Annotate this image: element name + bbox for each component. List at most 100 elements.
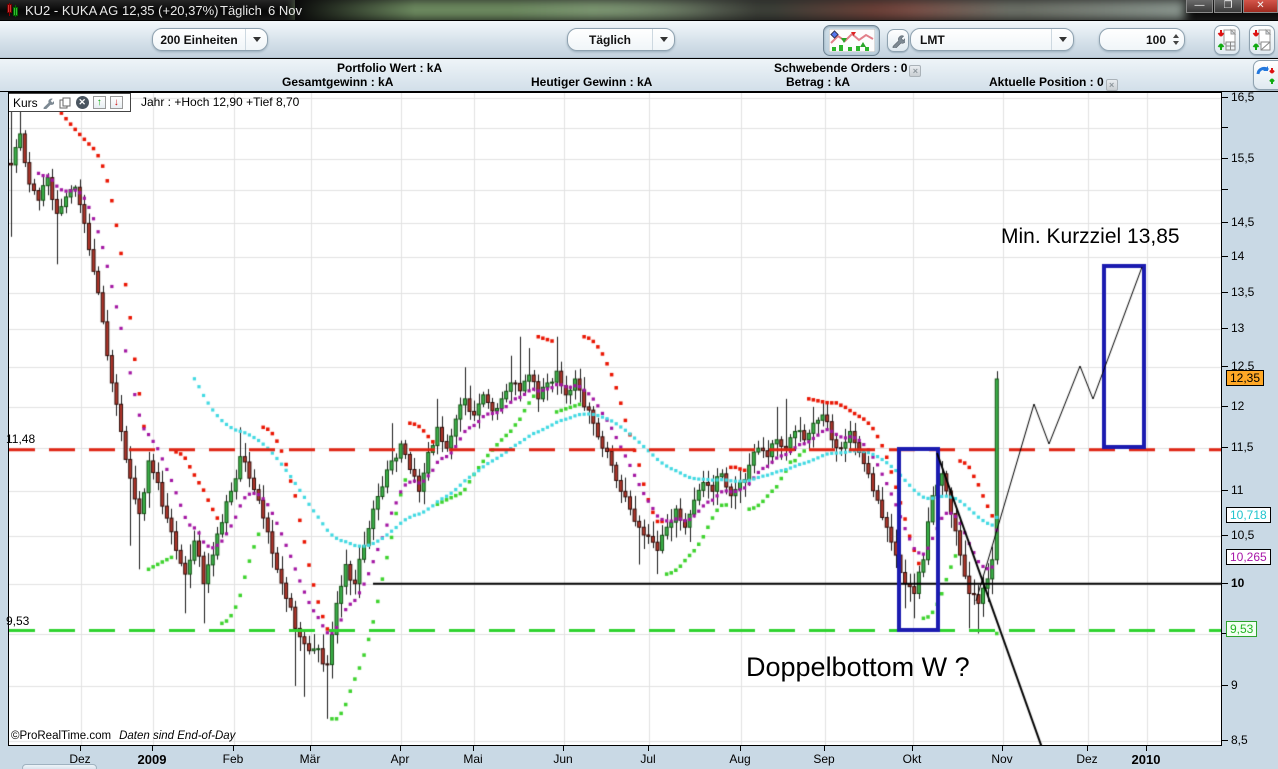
y-axis-tick xyxy=(1222,127,1228,128)
y-axis-label: 10,5 xyxy=(1231,528,1254,542)
y-axis-label: 11 xyxy=(1231,483,1243,497)
main-toolbar: 200 Einheiten Täglich LMT 100 xyxy=(0,20,1278,58)
y-axis-tick xyxy=(1222,158,1228,159)
kurs-tab[interactable]: Kurs ✕ ↑ ↓ xyxy=(9,93,131,112)
y-axis-label: 13,5 xyxy=(1231,285,1254,299)
x-axis-tick xyxy=(80,746,81,751)
y-axis-tick xyxy=(1222,366,1228,367)
y-axis-label: 14,5 xyxy=(1231,215,1254,229)
refresh-arrows-icon xyxy=(1255,64,1277,86)
x-axis-label: Jul xyxy=(640,752,655,766)
move-panel-up-icon[interactable]: ↑ xyxy=(93,96,106,109)
period-select[interactable]: Täglich xyxy=(567,28,675,51)
clear-position-icon[interactable]: × xyxy=(1106,79,1118,91)
order-page-button[interactable] xyxy=(1249,25,1275,55)
duplicate-icon[interactable] xyxy=(59,96,72,109)
wallpaper-fade xyxy=(295,0,415,20)
buy-sell-ticket-icon xyxy=(1217,28,1237,52)
window-titlebar[interactable]: KU2 - KUKA AG 12,35 (+20,37%) Täglich 6 … xyxy=(0,0,1278,20)
current-position-label: Aktuelle Position : 0× xyxy=(989,75,1118,91)
buy-sell-page-icon xyxy=(1252,28,1272,52)
order-type-value: LMT xyxy=(911,33,1051,47)
x-axis-tick xyxy=(1146,746,1147,751)
x-axis-label: Aug xyxy=(729,752,750,766)
price-marker: 10,718 xyxy=(1226,507,1271,523)
quantity-input[interactable]: 100 xyxy=(1099,28,1185,51)
units-select[interactable]: 200 Einheiten xyxy=(152,28,268,51)
account-info-row: Portfolio Wert : kA Schwebende Orders : … xyxy=(0,59,1278,92)
y-axis-tick xyxy=(1222,685,1228,686)
chevron-down-icon xyxy=(245,29,267,50)
x-axis-label: Jun xyxy=(553,752,572,766)
y-axis-tick xyxy=(1222,406,1228,407)
order-ticket-button[interactable] xyxy=(1214,25,1240,55)
price-chart-canvas[interactable] xyxy=(9,93,1221,745)
annotation-double-bottom[interactable]: Doppelbottom W ? xyxy=(746,652,970,683)
y-axis-label: 9 xyxy=(1231,678,1238,692)
chevron-down-icon xyxy=(1051,29,1073,50)
time-axis[interactable]: Dez2009FebMärAprMaiJunJulAugSepOktNovDez… xyxy=(0,746,1278,769)
support-level-label: 9,53 xyxy=(6,614,29,628)
x-axis-label: Sep xyxy=(813,752,834,766)
clear-orders-icon[interactable]: × xyxy=(909,65,921,77)
x-axis-label: Feb xyxy=(223,752,244,766)
y-axis-label: 8,5 xyxy=(1231,733,1248,747)
y-axis-tick xyxy=(1222,97,1228,98)
x-axis-label: Apr xyxy=(391,752,410,766)
y-axis-label: 12 xyxy=(1231,399,1244,413)
y-axis-label: 16,5 xyxy=(1231,90,1254,104)
x-axis-tick xyxy=(1002,746,1003,751)
minimize-button[interactable]: — xyxy=(1186,0,1213,13)
order-type-select[interactable]: LMT xyxy=(910,28,1074,51)
refresh-position-button[interactable] xyxy=(1253,60,1278,90)
units-select-value: 200 Einheiten xyxy=(153,33,245,47)
window-title-period: Täglich xyxy=(220,3,262,18)
total-profit-label: Gesamtgewinn : kA xyxy=(282,75,393,89)
x-axis-tick xyxy=(648,746,649,751)
y-axis-tick xyxy=(1222,447,1228,448)
close-button[interactable]: ✕ xyxy=(1243,0,1278,13)
candlestick-app-icon xyxy=(4,3,20,17)
annotation-price-target[interactable]: Min. Kurzziel 13,85 xyxy=(1001,225,1180,249)
x-axis-tick xyxy=(233,746,234,751)
maximize-button[interactable]: ❐ xyxy=(1214,0,1242,13)
x-axis-tick xyxy=(824,746,825,751)
chart-style-button[interactable] xyxy=(823,25,880,56)
wrench-icon[interactable] xyxy=(42,96,55,109)
y-axis-tick xyxy=(1222,292,1228,293)
y-axis-tick xyxy=(1222,535,1228,536)
copyright-note: ©ProRealTime.comDaten sind End-of-Day xyxy=(11,730,235,742)
amount-label: Betrag : kA xyxy=(786,75,850,89)
y-axis-label: 13 xyxy=(1231,321,1244,335)
x-axis-label: 2009 xyxy=(138,752,167,767)
x-axis-label: Dez xyxy=(1076,752,1097,766)
window-title-price: 12,35 (+20,37%) xyxy=(122,3,218,18)
y-axis-tick xyxy=(1222,328,1228,329)
order-settings-button[interactable] xyxy=(887,29,909,52)
move-panel-down-icon[interactable]: ↓ xyxy=(110,96,123,109)
price-axis[interactable]: 16,515,514,51413,51312,51211,51110,51098… xyxy=(1222,92,1278,746)
x-axis-tick xyxy=(473,746,474,751)
kurs-tab-label: Kurs xyxy=(13,96,38,110)
resistance-level-label: 11,48 xyxy=(6,432,35,446)
close-panel-icon[interactable]: ✕ xyxy=(76,96,89,109)
x-axis-label: Nov xyxy=(991,752,1012,766)
x-axis-tick xyxy=(740,746,741,751)
mini-chart-icon xyxy=(829,29,875,52)
x-axis-tick xyxy=(912,746,913,751)
price-marker: 12,35 xyxy=(1226,370,1264,386)
wrench-icon xyxy=(891,34,905,48)
dock-handle[interactable] xyxy=(22,764,97,769)
y-axis-label: 14 xyxy=(1231,249,1244,263)
y-axis-tick xyxy=(1222,490,1228,491)
window-title-symbol: KU2 - KUKA AG xyxy=(25,3,118,18)
y-axis-tick xyxy=(1222,256,1228,257)
quantity-value: 100 xyxy=(1100,33,1170,47)
y-axis-tick xyxy=(1222,222,1228,223)
left-margin-strip xyxy=(0,92,8,746)
today-profit-label: Heutiger Gewinn : kA xyxy=(531,75,652,89)
chevron-down-icon xyxy=(652,29,674,50)
y-axis-tick xyxy=(1222,583,1228,584)
quantity-stepper[interactable] xyxy=(1170,34,1184,45)
y-axis-label: 15,5 xyxy=(1231,151,1254,165)
